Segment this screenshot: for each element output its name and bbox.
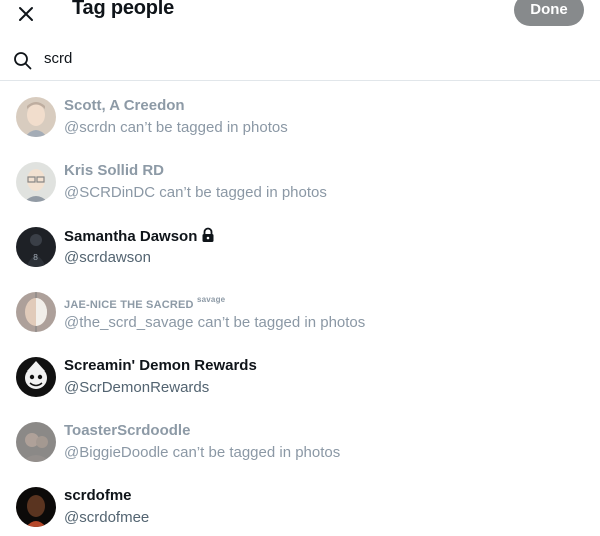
result-name: scrdofme	[64, 487, 132, 504]
result-name: Samantha Dawson	[64, 227, 215, 245]
result-name: Kris Sollid RD	[64, 162, 165, 179]
result-name: Screamin' Demon Rewards	[64, 357, 257, 374]
result-handle: @BiggieDoodle can’t be tagged in photos	[64, 444, 341, 461]
result-handle: @ScrDemonRewards	[64, 379, 210, 396]
result-handle: @the_scrd_savage can’t be tagged in phot…	[64, 314, 366, 331]
header: Tag people Done	[0, 0, 600, 26]
avatar	[16, 292, 56, 332]
result-handle: @scrdn can’t be tagged in photos	[64, 119, 288, 136]
close-button[interactable]	[14, 0, 38, 24]
avatar	[16, 422, 56, 462]
done-button[interactable]: Done	[514, 0, 584, 26]
list-item[interactable]: ToasterScrdoodle @BiggieDoodle can’t be …	[0, 406, 600, 471]
result-handle: @scrdawson	[64, 249, 151, 266]
avatar	[16, 97, 56, 137]
search-bar	[0, 42, 600, 80]
svg-text:8: 8	[33, 253, 38, 262]
list-item[interactable]: Kris Sollid RD @SCRDinDC can’t be tagged…	[0, 146, 600, 211]
search-icon	[14, 52, 32, 70]
avatar	[16, 357, 56, 397]
page-title: Tag people	[72, 0, 175, 19]
close-icon	[19, 7, 33, 21]
result-handle: @SCRDinDC can’t be tagged in photos	[64, 184, 327, 201]
result-name: Scott, A Creedon	[64, 97, 185, 114]
avatar	[16, 487, 56, 527]
search-input[interactable]	[44, 47, 564, 69]
lock-icon	[202, 227, 214, 242]
result-name: JAE-NICE THE SACRED savage	[64, 295, 226, 311]
result-name: ToasterScrdoodle	[64, 422, 191, 439]
list-item[interactable]: scrdofme @scrdofmee	[0, 471, 600, 536]
list-item[interactable]: JAE-NICE THE SACRED savage @the_scrd_sav…	[0, 276, 600, 341]
list-item[interactable]: Screamin' Demon Rewards @ScrDemonRewards	[0, 341, 600, 406]
avatar: 8	[16, 227, 56, 267]
avatar	[16, 162, 56, 202]
list-item[interactable]: Scott, A Creedon @scrdn can’t be tagged …	[0, 81, 600, 146]
list-item[interactable]: 8 Samantha Dawson @scrdawson	[0, 211, 600, 276]
result-handle: @scrdofmee	[64, 509, 150, 526]
